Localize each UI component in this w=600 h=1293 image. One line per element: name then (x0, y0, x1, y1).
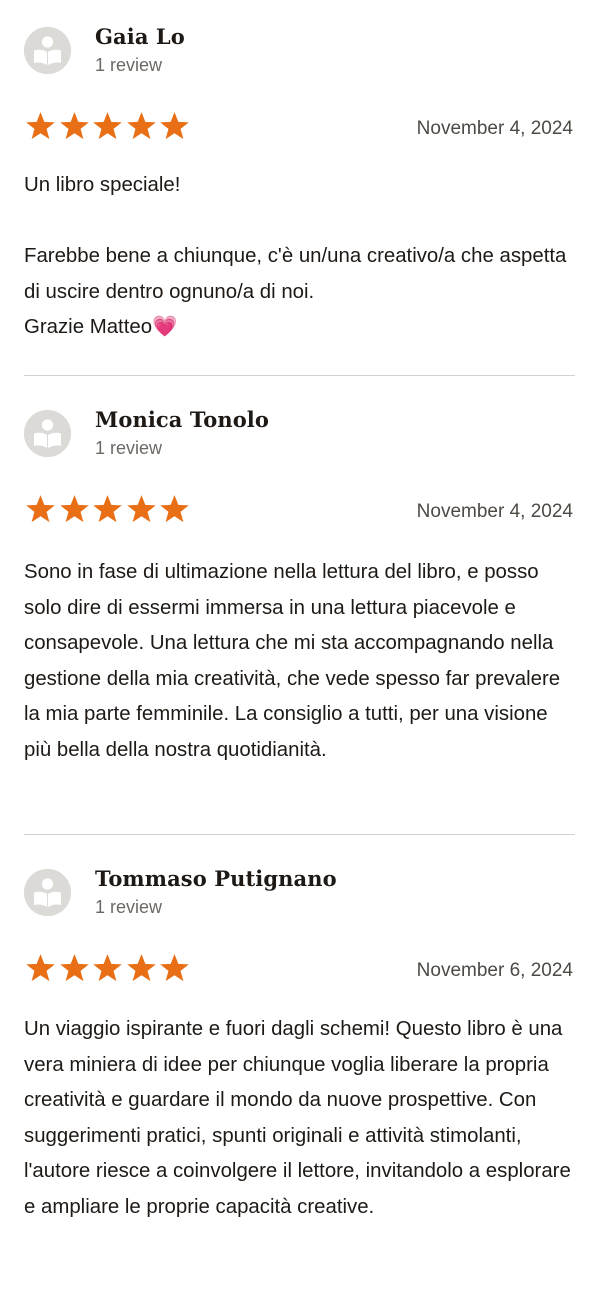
star-rating (24, 111, 192, 142)
star-filled-icon (91, 953, 124, 984)
star-filled-icon (24, 494, 57, 525)
review-divider (24, 834, 575, 835)
reviewer-name[interactable]: Monica Tonolo (95, 407, 269, 432)
reviewer-review-count: 1 review (95, 55, 163, 75)
star-filled-icon (125, 111, 158, 142)
review-text: Sono in fase di ultimazione nella lettur… (24, 555, 580, 768)
review-paragraph: Un libro speciale! (24, 174, 181, 196)
review-divider (24, 375, 575, 376)
star-filled-icon (58, 111, 91, 142)
review-date: November 4, 2024 (416, 501, 573, 522)
star-filled-icon (58, 494, 91, 525)
reader-avatar-icon[interactable] (24, 27, 71, 74)
star-filled-icon (24, 953, 57, 984)
review-text: Un viaggio ispirante e fuori dagli schem… (24, 1012, 580, 1225)
star-rating (24, 953, 192, 984)
review-date: November 6, 2024 (416, 960, 573, 981)
star-filled-icon (158, 111, 191, 142)
star-filled-icon (158, 953, 191, 984)
review-paragraph: Grazie Matteo💗 (24, 316, 178, 338)
reviewer-review-count: 1 review (95, 897, 163, 917)
review-date: November 4, 2024 (416, 118, 573, 139)
reader-avatar-icon[interactable] (24, 410, 71, 457)
reviewer-name[interactable]: Tommaso Putignano (95, 866, 337, 891)
review-paragraph: Sono in fase di ultimazione nella lettur… (24, 561, 561, 761)
star-filled-icon (125, 953, 158, 984)
star-filled-icon (125, 494, 158, 525)
review-paragraph: Un viaggio ispirante e fuori dagli schem… (24, 1018, 571, 1218)
reviews-list: Gaia Lo 1 review November 4, 2024 Un lib… (0, 0, 600, 1293)
review-paragraph (24, 204, 580, 240)
star-filled-icon (91, 494, 124, 525)
reviewer-review-count: 1 review (95, 438, 163, 458)
review-paragraph: Farebbe bene a chiunque, c'è un/una crea… (24, 245, 567, 303)
star-filled-icon (158, 494, 191, 525)
reviewer-name[interactable]: Gaia Lo (95, 24, 185, 49)
star-filled-icon (91, 111, 124, 142)
star-filled-icon (24, 111, 57, 142)
star-rating (24, 494, 192, 525)
star-filled-icon (58, 953, 91, 984)
reader-avatar-icon[interactable] (24, 869, 71, 916)
review-text: Un libro speciale! Farebbe bene a chiunq… (24, 168, 580, 346)
